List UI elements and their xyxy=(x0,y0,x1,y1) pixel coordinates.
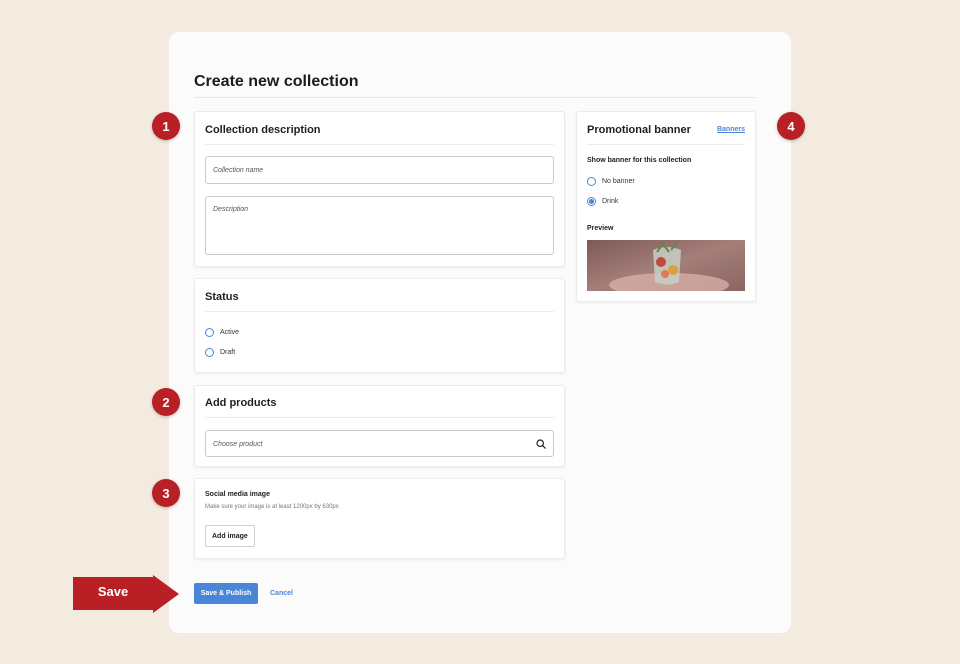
promotional-banner-title: Promotional banner xyxy=(587,124,691,136)
banner-option-label: No banner xyxy=(602,178,635,185)
banner-option-drink[interactable]: Drink xyxy=(587,197,618,206)
page-title: Create new collection xyxy=(194,73,359,90)
choose-product-placeholder: Choose product xyxy=(213,441,263,448)
status-option-label: Active xyxy=(220,329,240,336)
status-option-active[interactable]: Active xyxy=(205,328,239,337)
collection-description-title: Collection description xyxy=(205,124,321,136)
social-media-image-card: Social media image Make sure your image … xyxy=(194,478,565,559)
add-products-card: Add products Choose product xyxy=(194,385,565,467)
status-title: Status xyxy=(205,291,239,303)
radio-button-checked[interactable] xyxy=(587,197,596,206)
add-image-button[interactable]: Add image xyxy=(205,525,255,547)
radio-button[interactable] xyxy=(205,348,214,357)
radio-button[interactable] xyxy=(587,177,596,186)
callout-badge-2: 2 xyxy=(152,388,180,416)
callout-badge-3: 3 xyxy=(152,479,180,507)
card-divider xyxy=(587,144,745,145)
title-divider xyxy=(194,97,756,98)
status-option-label: Draft xyxy=(220,349,236,356)
callout-badge-1: 1 xyxy=(152,112,180,140)
banner-preview-image xyxy=(587,240,745,291)
collection-description-card: Collection description Collection name D… xyxy=(194,111,565,267)
preview-label: Preview xyxy=(587,225,614,232)
collection-name-input[interactable]: Collection name xyxy=(205,156,554,184)
search-icon[interactable] xyxy=(536,439,546,449)
save-arrow-label: Save xyxy=(97,584,129,599)
callout-badge-4: 4 xyxy=(777,112,805,140)
choose-product-input[interactable]: Choose product xyxy=(205,430,554,457)
cancel-link[interactable]: Cancel xyxy=(270,583,293,604)
add-products-title: Add products xyxy=(205,397,277,409)
create-collection-panel: Create new collection Collection descrip… xyxy=(169,32,791,633)
banner-option-label: Drink xyxy=(602,198,619,205)
card-divider xyxy=(205,311,554,312)
promotional-banner-card: Promotional banner Banners Show banner f… xyxy=(576,111,756,302)
social-media-title: Social media image xyxy=(205,491,270,498)
description-textarea[interactable]: Description xyxy=(205,196,554,255)
card-divider xyxy=(205,417,554,418)
status-card: Status Active Draft xyxy=(194,278,565,373)
social-media-hint: Make sure your image is at least 1200px … xyxy=(205,504,339,510)
card-divider xyxy=(205,144,554,145)
banner-option-no-banner[interactable]: No banner xyxy=(587,177,635,186)
status-option-draft[interactable]: Draft xyxy=(205,348,235,357)
show-banner-label: Show banner for this collection xyxy=(587,157,692,164)
save-publish-button[interactable]: Save & Publish xyxy=(194,583,258,604)
banners-link[interactable]: Banners xyxy=(717,126,745,133)
radio-button[interactable] xyxy=(205,328,214,337)
